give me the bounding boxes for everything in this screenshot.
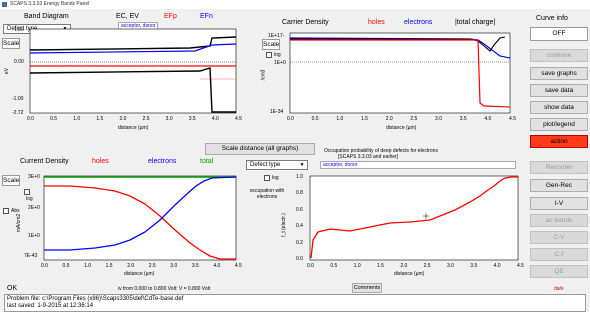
- defect-ytick-2: 0.6: [296, 207, 303, 213]
- defect-xtick: 2.5: [423, 263, 431, 269]
- status-bias: iv from 0.000 to 0.800 Volt: V = 0.800 V…: [118, 286, 211, 292]
- defect-ytick-3: 0.4: [296, 223, 303, 229]
- continue-button[interactable]: continue: [530, 49, 588, 62]
- defect-ytick-4: 0.2: [296, 240, 303, 246]
- problem-file-box[interactable]: Problem file: c:\Program Files (x86)\Sca…: [4, 294, 586, 312]
- gen-rec-button[interactable]: Gen-Rec: [530, 179, 588, 192]
- defect-xtick: 2.0: [400, 263, 408, 269]
- iv-button[interactable]: I-V: [530, 197, 588, 210]
- status-ok: OK: [7, 285, 18, 292]
- defect-ylabel: f_t (electr.): [280, 213, 287, 237]
- defect-xtick: 4.5: [516, 263, 524, 269]
- status-dark: dark: [554, 286, 564, 292]
- last-saved: last saved: 1-9-2015 at 12:36:14: [7, 303, 94, 309]
- save-graphs-button[interactable]: save graphs: [530, 67, 588, 80]
- show-data-button[interactable]: show data: [530, 101, 588, 114]
- defect-xticks: 0.0 0.5 1.0 1.5 2.0 2.5 3.0 3.5 4.0 4.5: [307, 263, 524, 269]
- cv-button[interactable]: C-V: [530, 231, 588, 244]
- qe-button[interactable]: QE: [530, 265, 588, 278]
- recorder-button[interactable]: Recorder: [530, 161, 588, 174]
- cf-button[interactable]: C-f: [530, 248, 588, 261]
- defect-xtick: 3.0: [446, 263, 454, 269]
- curve-info-label: Curve info: [536, 15, 568, 22]
- defect-xtick: 0.0: [307, 263, 314, 269]
- defect-xtick: 1.5: [376, 263, 384, 269]
- ac-bands-button[interactable]: ac bands: [530, 214, 588, 227]
- problem-file-path: Problem file: c:\Program Files (x86)\Sca…: [7, 296, 184, 302]
- defect-xtick: 4.0: [493, 263, 501, 269]
- plot-legend-button[interactable]: plot/legend: [530, 118, 588, 131]
- defect-ytick-0: 1.0: [296, 174, 303, 180]
- defect-ytick-5: 0.0: [296, 256, 303, 262]
- defect-xlabel: distance (µm): [394, 271, 425, 277]
- defect-xtick: 0.5: [330, 263, 338, 269]
- defect-xtick: 3.5: [470, 263, 478, 269]
- off-button[interactable]: OFF: [530, 27, 588, 41]
- action-button[interactable]: action: [530, 135, 588, 148]
- save-data-button[interactable]: save data: [530, 84, 588, 97]
- defect-ytick-1: 0.8: [296, 190, 303, 196]
- energy-bands-panel: SCAPS 3.3.03 Energy Bands Panel Band Dia…: [0, 0, 590, 312]
- comments-button[interactable]: Comments: [352, 283, 382, 293]
- defect-xtick: 1.0: [353, 263, 361, 269]
